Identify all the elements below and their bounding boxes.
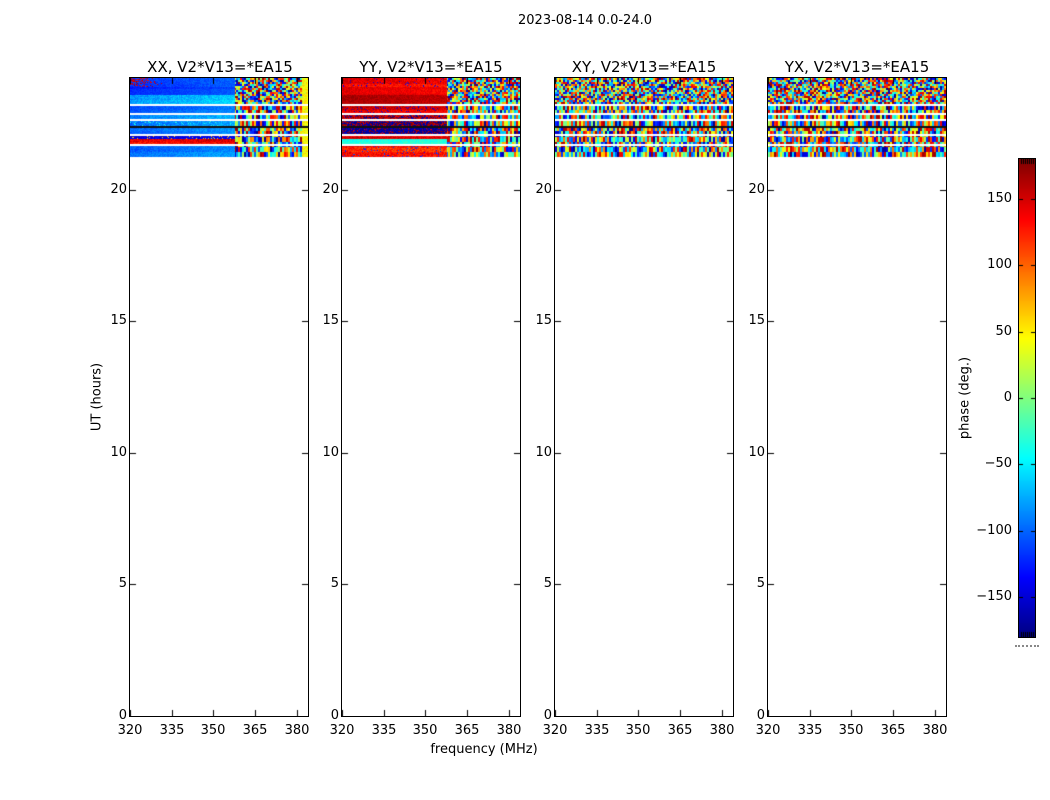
panel-title-yx: YX, V2*V13=*EA15	[784, 58, 930, 76]
y-tick-label: 20	[322, 182, 339, 197]
x-tick-label: 380	[496, 723, 522, 738]
x-tick-label: 320	[542, 723, 568, 738]
panel-yy-heatmap	[342, 78, 520, 716]
x-axis-label: frequency (MHz)	[430, 742, 538, 757]
figure-title: 2023-08-14 0.0-24.0	[518, 13, 652, 28]
y-tick-label: 15	[110, 313, 127, 328]
x-tick-label: 335	[584, 723, 610, 738]
y-tick-label: 15	[322, 313, 339, 328]
x-tick-label: 365	[880, 723, 906, 738]
colorbar-bottom-dots	[1015, 645, 1039, 647]
colorbar-tick-label: 150	[987, 191, 1012, 206]
colorbar-tick-label: 50	[995, 324, 1012, 339]
colorbar	[1018, 158, 1036, 638]
colorbar-tick-label: 100	[987, 257, 1012, 272]
y-tick-label: 15	[535, 313, 552, 328]
y-tick-label: 10	[322, 445, 339, 460]
y-tick-label: 10	[110, 445, 127, 460]
colorbar-tick-label: −50	[984, 456, 1012, 471]
x-tick-label: 320	[117, 723, 143, 738]
y-axis-label: UT (hours)	[89, 362, 105, 432]
y-tick-label: 5	[118, 576, 127, 591]
colorbar-tick-label: 0	[1003, 390, 1012, 405]
y-tick-label: 0	[330, 708, 339, 723]
y-tick-label: 5	[330, 576, 339, 591]
y-tick-label: 20	[535, 182, 552, 197]
panel-yx-plot	[767, 77, 947, 717]
x-tick-label: 350	[838, 723, 864, 738]
y-tick-label: 20	[110, 182, 127, 197]
colorbar-tick-label: −150	[976, 589, 1012, 604]
x-tick-label: 365	[454, 723, 480, 738]
panel-xx-plot	[129, 77, 309, 717]
y-tick-label: 0	[118, 708, 127, 723]
y-tick-label: 5	[543, 576, 552, 591]
x-tick-label: 350	[625, 723, 651, 738]
x-tick-label: 320	[755, 723, 781, 738]
y-tick-label: 20	[748, 182, 765, 197]
x-tick-label: 320	[329, 723, 355, 738]
x-tick-label: 380	[922, 723, 948, 738]
y-tick-label: 0	[543, 708, 552, 723]
x-tick-label: 365	[242, 723, 268, 738]
panel-xx-heatmap	[130, 78, 308, 716]
x-tick-label: 380	[709, 723, 735, 738]
x-tick-label: 335	[371, 723, 397, 738]
x-tick-label: 365	[667, 723, 693, 738]
x-tick-label: 335	[159, 723, 185, 738]
y-tick-label: 10	[535, 445, 552, 460]
panel-yx-heatmap	[768, 78, 946, 716]
y-tick-label: 5	[756, 576, 765, 591]
y-tick-label: 15	[748, 313, 765, 328]
y-tick-label: 0	[756, 708, 765, 723]
colorbar-tick-label: −100	[976, 523, 1012, 538]
x-tick-label: 335	[797, 723, 823, 738]
x-tick-label: 350	[412, 723, 438, 738]
panel-yy-plot	[341, 77, 521, 717]
y-tick-label: 10	[748, 445, 765, 460]
figure: 2023-08-14 0.0-24.0 XX, V2*V13=*EA15 YY,…	[0, 0, 1050, 800]
panel-xy-plot	[554, 77, 734, 717]
x-tick-label: 350	[200, 723, 226, 738]
panel-xy-heatmap	[555, 78, 733, 716]
x-tick-label: 380	[284, 723, 310, 738]
colorbar-gradient	[1019, 159, 1035, 637]
